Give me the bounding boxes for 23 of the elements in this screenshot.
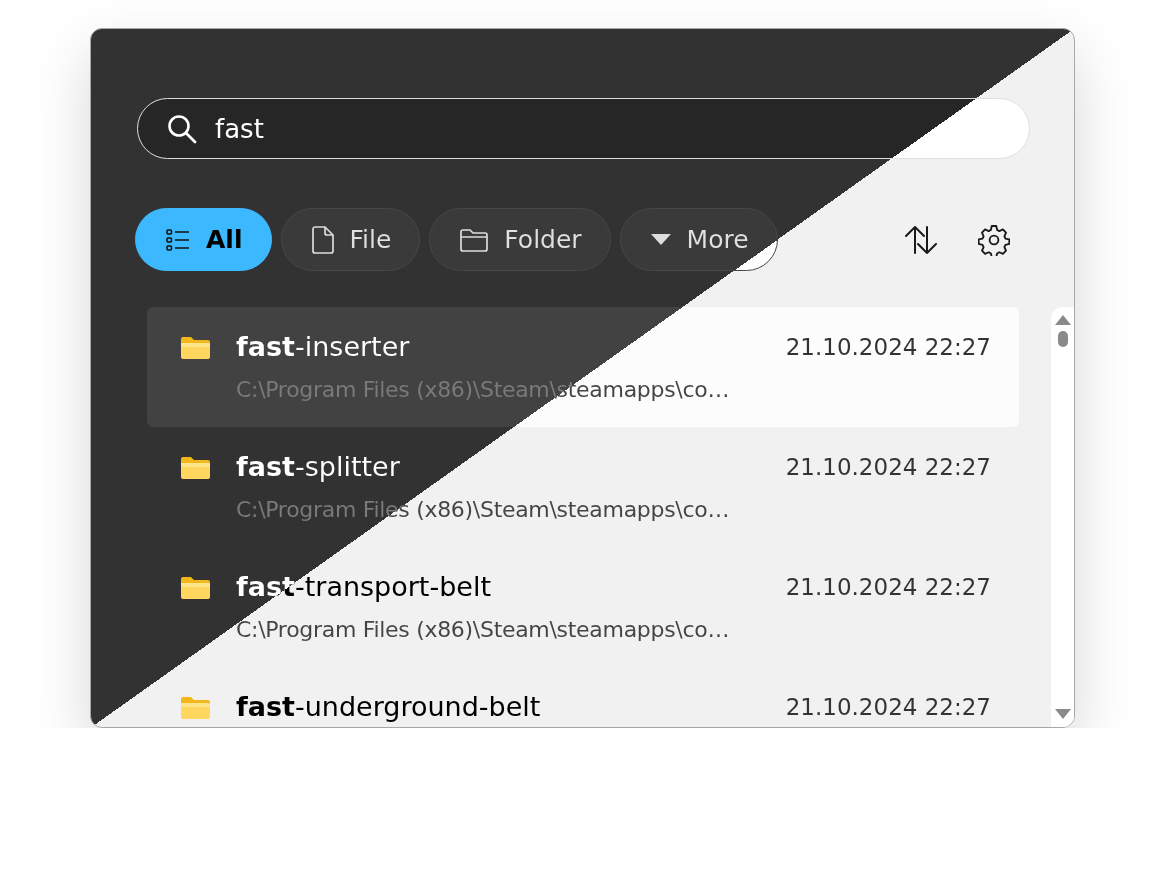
filter-chip[interactable]: All [135, 208, 272, 271]
result-row[interactable]: fast-underground-belt 21.10.2024 22:27 [147, 667, 1019, 727]
caret-icon [650, 234, 671, 245]
scroll-down-icon[interactable] [1054, 709, 1071, 719]
scroll-thumb[interactable] [1057, 331, 1068, 347]
folder-icon [181, 457, 210, 479]
scrollbar[interactable] [1051, 307, 1074, 727]
search-input[interactable]: fast [215, 113, 515, 144]
folder-icon [460, 227, 489, 252]
folder-icon [181, 577, 210, 599]
scroll-up-icon[interactable] [1054, 315, 1071, 325]
list-icon [166, 227, 190, 252]
folder-icon [181, 337, 210, 359]
settings-icon[interactable] [978, 223, 1010, 256]
folder-icon [181, 697, 210, 719]
search-icon [167, 113, 197, 144]
search-field[interactable]: fast [137, 98, 1030, 159]
file-icon [311, 225, 334, 254]
sort-icon[interactable] [904, 225, 938, 254]
filter-chip[interactable]: Folder [429, 208, 611, 271]
filter-chip[interactable]: File [280, 208, 421, 271]
filter-chip[interactable]: More [619, 208, 778, 271]
result-row[interactable]: fast-transport-belt 21.10.2024 22:27 C:\Program Files (x86)\Steam\steamapps\co… [147, 547, 1019, 667]
